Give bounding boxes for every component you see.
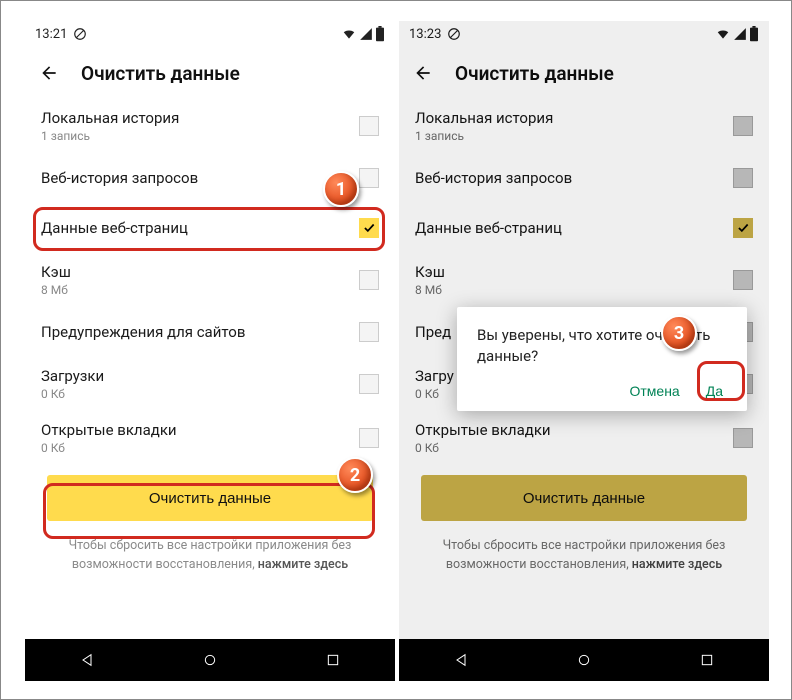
list-item[interactable]: Кэш 8 Мб xyxy=(399,253,769,307)
list-item[interactable]: Локальная история 1 запись xyxy=(399,99,769,153)
wifi-icon xyxy=(715,27,731,41)
nav-back-icon[interactable] xyxy=(79,652,95,668)
battery-icon xyxy=(749,26,759,42)
item-label: Локальная история xyxy=(41,109,179,127)
back-arrow-icon[interactable] xyxy=(39,63,59,83)
checkbox[interactable] xyxy=(359,218,379,238)
nav-recent-icon[interactable] xyxy=(325,652,341,668)
android-navbar xyxy=(399,639,769,681)
checkbox[interactable] xyxy=(733,270,753,290)
checkbox[interactable] xyxy=(359,116,379,136)
list-item[interactable]: Открытые вкладки 0 Кб xyxy=(25,411,395,465)
item-subtext: 0 Кб xyxy=(41,441,177,455)
checkbox[interactable] xyxy=(359,374,379,394)
list-item[interactable]: Предупреждения для сайтов xyxy=(25,307,395,357)
signal-icon xyxy=(359,27,373,41)
dialog-ok-button[interactable]: Да xyxy=(706,383,723,399)
list-item[interactable]: Локальная история 1 запись xyxy=(25,99,395,153)
no-icon xyxy=(73,27,87,41)
item-subtext: 8 Мб xyxy=(41,283,71,297)
signal-icon xyxy=(733,27,747,41)
checkbox[interactable] xyxy=(359,168,379,188)
item-subtext: 1 запись xyxy=(415,129,553,143)
android-navbar xyxy=(25,639,395,681)
footnote: Чтобы сбросить все настройки приложения … xyxy=(399,531,769,575)
item-subtext: 1 запись xyxy=(41,129,179,143)
item-label: Данные веб-страниц xyxy=(41,219,188,237)
reset-link[interactable]: нажмите здесь xyxy=(632,557,722,572)
wifi-icon xyxy=(341,27,357,41)
list-item[interactable]: Кэш 8 Мб xyxy=(25,253,395,307)
checkbox[interactable] xyxy=(733,168,753,188)
item-subtext: 0 Кб xyxy=(415,387,454,401)
item-label: Веб-история запросов xyxy=(41,169,198,187)
list-item[interactable]: Веб-история запросов xyxy=(399,153,769,203)
list-item[interactable]: Данные веб-страниц xyxy=(25,203,395,253)
item-label: Кэш xyxy=(41,263,71,281)
item-label: Загру xyxy=(415,367,454,385)
page-title: Очистить данные xyxy=(81,62,240,85)
nav-home-icon[interactable] xyxy=(202,652,218,668)
status-time: 13:21 xyxy=(35,27,67,42)
nav-home-icon[interactable] xyxy=(576,652,592,668)
checkbox[interactable] xyxy=(359,322,379,342)
clear-data-button[interactable]: Очистить данные xyxy=(421,475,747,521)
list-item[interactable]: Открытые вкладки 0 Кб xyxy=(399,411,769,465)
battery-icon xyxy=(375,26,385,42)
status-bar: 13:21 xyxy=(25,21,395,47)
checkbox[interactable] xyxy=(733,218,753,238)
checkbox[interactable] xyxy=(359,270,379,290)
item-subtext: 8 Мб xyxy=(415,283,445,297)
nav-back-icon[interactable] xyxy=(453,652,469,668)
reset-link[interactable]: нажмите здесь xyxy=(258,557,348,572)
footnote: Чтобы сбросить все настройки приложения … xyxy=(25,531,395,575)
item-label: Веб-история запросов xyxy=(415,169,572,187)
item-label: Открытые вкладки xyxy=(41,421,177,439)
list-item[interactable]: Веб-история запросов xyxy=(25,153,395,203)
app-bar: Очистить данные xyxy=(399,47,769,99)
app-bar: Очистить данные xyxy=(25,47,395,99)
list-item[interactable]: Данные веб-страниц xyxy=(399,203,769,253)
phone-left: 13:21 Очистить данные Локальная история 1… xyxy=(25,21,395,681)
item-subtext: 0 Кб xyxy=(415,441,551,455)
checkbox[interactable] xyxy=(733,116,753,136)
checkbox[interactable] xyxy=(733,428,753,448)
page-title: Очистить данные xyxy=(455,62,614,85)
status-time: 13:23 xyxy=(409,27,441,42)
status-bar: 13:23 xyxy=(399,21,769,47)
list-item[interactable]: Загрузки 0 Кб xyxy=(25,357,395,411)
item-label: Данные веб-страниц xyxy=(415,219,562,237)
nav-recent-icon[interactable] xyxy=(699,652,715,668)
checkbox[interactable] xyxy=(359,428,379,448)
dialog-cancel-button[interactable]: Отмена xyxy=(629,383,679,399)
dialog-message: Вы уверены, что хотите очистить данные? xyxy=(477,325,727,367)
item-subtext: 0 Кб xyxy=(41,387,104,401)
settings-list: Локальная история 1 запись Веб-история зап… xyxy=(25,99,395,465)
clear-data-button[interactable]: Очистить данные xyxy=(47,475,373,521)
back-arrow-icon[interactable] xyxy=(413,63,433,83)
item-label: Открытые вкладки xyxy=(415,421,551,439)
item-label: Предупреждения для сайтов xyxy=(41,323,245,341)
confirm-dialog: Вы уверены, что хотите очистить данные? … xyxy=(457,307,747,411)
phone-right: 13:23 Очистить данные Локальная история 1… xyxy=(399,21,769,681)
item-label: Пред xyxy=(415,323,451,341)
no-icon xyxy=(447,27,461,41)
item-label: Локальная история xyxy=(415,109,553,127)
item-label: Кэш xyxy=(415,263,445,281)
item-label: Загрузки xyxy=(41,367,104,385)
